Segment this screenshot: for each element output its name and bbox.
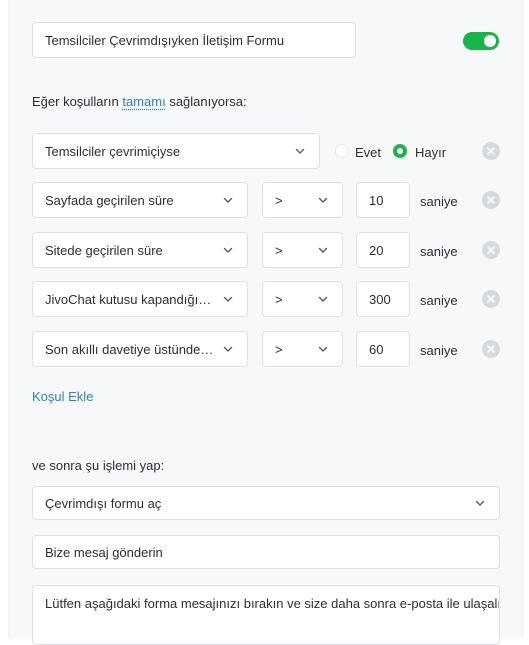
close-icon — [487, 246, 495, 254]
condition-operator-value: > — [275, 242, 283, 258]
form-title-value: Bize mesaj gönderin — [45, 544, 163, 560]
remove-condition-button[interactable] — [482, 241, 500, 259]
condition-field-select[interactable]: Son akıllı davetiye üstünden geçen süre — [32, 331, 248, 367]
condition-field-value: Sitede geçirilen süre — [45, 242, 163, 258]
action-select[interactable]: Çevrimdışı formu aç — [32, 486, 500, 520]
condition-operator-select[interactable]: > — [262, 281, 343, 317]
condition-value-input[interactable]: 60 — [356, 331, 410, 367]
condition-operator-value: > — [275, 192, 283, 208]
condition-value-input[interactable]: 10 — [356, 182, 410, 218]
chevron-down-icon — [318, 247, 328, 253]
match-mode-link[interactable]: tamamı — [122, 94, 165, 109]
remove-condition-button[interactable] — [482, 290, 500, 308]
radio-no-label: Hayır — [415, 145, 447, 160]
radio-no[interactable] — [393, 144, 407, 158]
condition-unit: saniye — [420, 293, 458, 308]
toggle-knob — [484, 35, 496, 47]
conditions-intro-prefix: Eğer koşulların — [32, 94, 119, 109]
conditions-intro-suffix: sağlanıyorsa: — [169, 94, 247, 109]
condition-field-select[interactable]: Sayfada geçirilen süre — [32, 182, 248, 218]
condition-field-value: Sayfada geçirilen süre — [45, 192, 174, 208]
action-select-value: Çevrimdışı formu aç — [45, 495, 162, 511]
chevron-down-icon — [318, 197, 328, 203]
remove-condition-button[interactable] — [482, 142, 500, 160]
condition-value: 60 — [369, 341, 384, 357]
chevron-down-icon — [318, 296, 328, 302]
condition-operator-value: > — [275, 291, 283, 307]
condition-operator-select[interactable]: > — [262, 331, 343, 367]
close-icon — [487, 345, 495, 353]
form-enabled-toggle[interactable] — [463, 32, 499, 50]
chevron-down-icon — [223, 346, 233, 352]
condition-value-input[interactable]: 300 — [356, 281, 410, 317]
condition-unit: saniye — [420, 194, 458, 209]
close-icon — [487, 196, 495, 204]
condition-operator-value: > — [275, 341, 283, 357]
condition-unit: saniye — [420, 244, 458, 259]
radio-yes-label: Evet — [355, 145, 382, 160]
action-intro: ve sonra şu işlemi yap: — [32, 458, 165, 473]
form-message-textarea[interactable]: Lütfen aşağıdaki forma mesajınızı bırakı… — [32, 585, 500, 645]
form-name-input[interactable]: Temsilciler Çevrimdışıyken İletişim Form… — [32, 22, 356, 58]
close-icon — [487, 295, 495, 303]
conditions-intro: Eğer koşulların tamamı sağlanıyorsa: — [32, 94, 247, 109]
agents-online-select-value: Temsilciler çevrimiçiyse — [45, 143, 181, 159]
form-name-value: Temsilciler Çevrimdışıyken İletişim Form… — [45, 32, 285, 48]
chevron-down-icon — [318, 346, 328, 352]
chevron-down-icon — [223, 197, 233, 203]
chevron-down-icon — [475, 500, 485, 506]
close-icon — [487, 147, 495, 155]
condition-value: 10 — [369, 192, 384, 208]
condition-field-select[interactable]: JivoChat kutusu kapandığından sonra — [32, 281, 248, 317]
chevron-down-icon — [223, 296, 233, 302]
agents-online-select[interactable]: Temsilciler çevrimiçiyse — [32, 133, 320, 169]
radio-yes[interactable] — [335, 144, 349, 158]
condition-field-value: Son akıllı davetiye üstünden geçen süre — [45, 341, 215, 357]
form-title-input[interactable]: Bize mesaj gönderin — [32, 535, 500, 569]
chevron-down-icon — [223, 247, 233, 253]
condition-value: 300 — [369, 291, 391, 307]
condition-value-input[interactable]: 20 — [356, 232, 410, 268]
remove-condition-button[interactable] — [482, 191, 500, 209]
condition-operator-select[interactable]: > — [262, 182, 343, 218]
condition-field-select[interactable]: Sitede geçirilen süre — [32, 232, 248, 268]
add-condition-link[interactable]: Koşul Ekle — [32, 389, 93, 404]
condition-field-value: JivoChat kutusu kapandığından sonra — [45, 291, 215, 307]
remove-condition-button[interactable] — [482, 340, 500, 358]
form-message-value: Lütfen aşağıdaki forma mesajınızı bırakı… — [45, 596, 500, 611]
chevron-down-icon — [295, 148, 305, 154]
condition-value: 20 — [369, 242, 384, 258]
condition-operator-select[interactable]: > — [262, 232, 343, 268]
condition-unit: saniye — [420, 343, 458, 358]
